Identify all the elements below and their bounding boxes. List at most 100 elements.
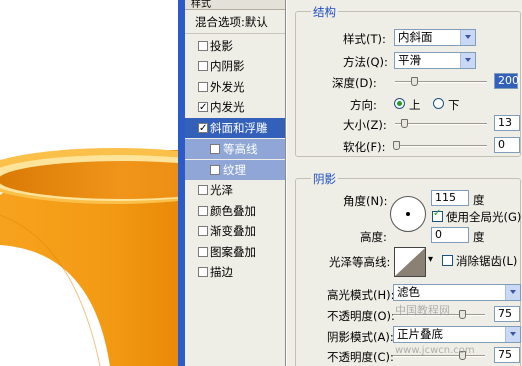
highlight-opacity-label: 不透明度(O): [327,309,395,323]
chevron-down-icon[interactable] [460,30,475,45]
direction-label: 方向: [350,98,377,112]
direction-up-label: 上 [409,98,421,112]
style-item-label: 纹理 [223,163,246,177]
style-item-label: 光泽 [210,183,233,197]
angle-input[interactable]: 115 [431,190,469,206]
chevron-down-icon[interactable] [505,327,520,342]
depth-slider-thumb[interactable] [411,77,418,86]
altitude-unit: 度 [473,230,485,244]
chevron-down-icon[interactable] [460,53,475,68]
bevel-style-select[interactable]: 内斜面 [394,29,476,46]
highlight-mode-value: 滤色 [397,285,420,299]
size-input[interactable]: 13 [494,115,520,131]
highlight-opacity-input[interactable]: 75 [494,306,520,322]
watermark-title: 中国教程网 [395,304,450,317]
blend-options-label: 混合选项:默认 [195,15,268,29]
style-item-drop-shadow[interactable]: 投影 [185,36,285,56]
bevel-emboss-settings: 结构 样式(T): 内斜面 方法(Q): 平滑 深度(D): 200 方向: 上… [287,0,522,366]
style-item-outer-glow[interactable]: 外发光 [185,77,285,97]
shading-title: 阴影 [311,171,338,187]
style-item-label: 投影 [210,39,233,53]
depth-label: 深度(D): [332,76,377,90]
size-slider[interactable] [395,119,487,128]
shadow-opacity-input[interactable]: 75 [494,347,520,363]
style-item-inner-glow[interactable]: 内发光 [185,97,285,118]
style-item-label: 外发光 [210,80,245,94]
style-item-label: 内阴影 [210,59,245,73]
contour-checkbox[interactable] [210,144,220,154]
style-item-satin[interactable]: 光泽 [185,180,285,200]
depth-slider[interactable] [395,77,487,86]
inner-glow-checkbox[interactable] [198,98,208,118]
highlight-mode-select[interactable]: 滤色 [393,284,521,301]
angle-unit: 度 [473,193,485,207]
global-light-label: 使用全局光(G) [446,210,522,224]
direction-down-label: 下 [448,98,460,112]
soften-input[interactable]: 0 [494,137,520,153]
style-item-label: 渐变叠加 [210,224,256,238]
style-item-color-overlay[interactable]: 颜色叠加 [185,201,285,221]
watermark-url: www.jcwcn.com [395,345,475,356]
size-label: 大小(Z): [343,118,387,132]
stroke-checkbox[interactable] [198,267,208,277]
technique-label: 方法(Q): [343,55,388,69]
canvas-preview [0,0,178,366]
pattern-overlay-checkbox[interactable] [198,247,208,257]
satin-checkbox[interactable] [198,185,208,195]
soften-slider[interactable] [393,141,487,150]
highlight-opacity-thumb[interactable] [459,310,466,319]
antialiased-label: 消除锯齿(L) [456,254,518,268]
direction-down-radio[interactable] [433,98,444,109]
style-item-contour[interactable]: 等高线 [185,139,285,159]
color-overlay-checkbox[interactable] [198,206,208,216]
structure-title: 结构 [311,4,338,20]
style-item-inner-shadow[interactable]: 内阴影 [185,56,285,76]
global-light-checkbox[interactable] [432,208,443,222]
inner-shadow-checkbox[interactable] [198,61,208,71]
texture-checkbox[interactable] [210,165,220,175]
style-item-bevel-emboss[interactable]: 斜面和浮雕 [185,118,285,139]
shadow-mode-value: 正片叠底 [397,327,443,341]
style-item-gradient-overlay[interactable]: 渐变叠加 [185,221,285,241]
highlight-mode-label: 高光模式(H): [327,288,395,302]
style-item-pattern-overlay[interactable]: 图案叠加 [185,242,285,262]
altitude-label: 高度: [360,230,387,244]
technique-select[interactable]: 平滑 [394,52,476,69]
style-item-label: 内发光 [210,100,245,114]
shadow-mode-label: 阴影模式(A): [327,330,394,344]
orange-flared-shape [0,148,178,366]
style-item-label: 斜面和浮雕 [210,121,268,135]
antialiased-checkbox[interactable] [442,255,453,266]
gradient-overlay-checkbox[interactable] [198,226,208,236]
technique-value: 平滑 [398,53,421,67]
soften-label: 软化(F): [343,140,386,154]
style-item-label: 颜色叠加 [210,204,256,218]
gloss-contour-preview[interactable] [394,247,426,277]
angle-label: 角度(N): [343,194,388,208]
bevel-style-value: 内斜面 [398,30,433,44]
soften-slider-thumb[interactable] [393,141,400,150]
chevron-down-icon[interactable] [505,285,520,300]
style-label: 样式(T): [343,32,386,46]
contour-curve-icon [395,248,425,276]
bevel-emboss-checkbox[interactable] [198,119,208,139]
style-item-stroke[interactable]: 描边 [185,262,285,282]
direction-up-radio[interactable] [394,98,405,109]
altitude-input[interactable]: 0 [431,227,469,243]
blend-options-item[interactable]: 混合选项:默认 [185,12,285,32]
style-item-texture[interactable]: 纹理 [185,160,285,180]
drop-shadow-checkbox[interactable] [198,41,208,51]
outer-glow-checkbox[interactable] [198,82,208,92]
style-item-label: 等高线 [223,142,258,156]
depth-input[interactable]: 200 [494,73,519,89]
shadow-opacity-label: 不透明度(C): [327,350,394,364]
contour-dropdown-icon[interactable]: ▾ [428,254,433,265]
size-slider-thumb[interactable] [401,119,408,128]
styles-header[interactable]: 样式 [185,0,285,10]
shadow-mode-select[interactable]: 正片叠底 [393,326,521,343]
panel-divider [178,0,185,366]
angle-dial[interactable] [390,196,426,232]
style-item-label: 图案叠加 [210,245,256,259]
gloss-contour-label: 光泽等高线: [329,255,391,269]
style-item-label: 描边 [210,265,233,279]
